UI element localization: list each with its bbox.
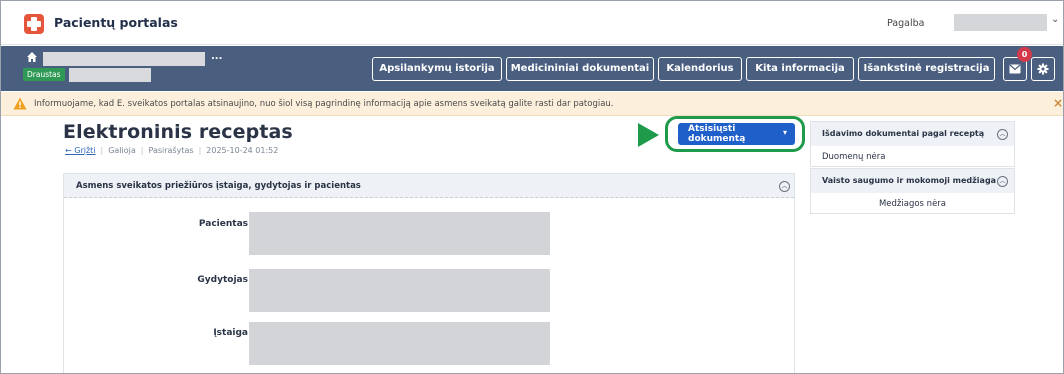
- chevron-down-icon[interactable]: ⌄: [1051, 14, 1059, 25]
- divider: |: [140, 146, 144, 155]
- nav-visit-history[interactable]: Apsilankymų istorija: [372, 57, 502, 81]
- nav-calendar[interactable]: Kalendorius: [658, 57, 742, 81]
- patient-value-redacted: [249, 212, 550, 255]
- nav-pre-registration[interactable]: Išankstinė registracija: [858, 57, 995, 81]
- close-icon[interactable]: ×: [1053, 96, 1063, 110]
- user-menu-redacted[interactable]: [954, 14, 1047, 31]
- divider: |: [100, 146, 104, 155]
- doctor-value-redacted: [249, 269, 550, 312]
- notification-count-badge: 0: [1017, 47, 1032, 62]
- section-title: Asmens sveikatos priežiūros įstaiga, gyd…: [76, 181, 361, 191]
- collapse-chevron-icon[interactable]: ︿: [997, 129, 1008, 140]
- envelope-icon: [1009, 64, 1021, 74]
- document-meta: ← Grįžti | Galioja | Pasirašytas | 2025-10-24 …: [65, 146, 278, 155]
- portal-logo-icon[interactable]: [24, 14, 44, 34]
- collapse-chevron-icon[interactable]: ︿: [997, 176, 1008, 187]
- institution-doctor-patient-section: Asmens sveikatos priežiūros įstaiga, gyd…: [63, 173, 795, 373]
- info-banner-text: Informuojame, kad E. sveikatos portalas …: [34, 99, 614, 109]
- pointer-arrow-icon: [638, 123, 659, 147]
- home-icon[interactable]: [26, 51, 38, 63]
- patient-name-redacted: [43, 52, 205, 66]
- drug-safety-materials-card: Vaisto saugumo ir mokomoji medžiaga ︿ Me…: [810, 168, 1015, 214]
- warning-icon: [13, 97, 27, 110]
- gear-icon: [1037, 63, 1049, 75]
- document-datetime: 2025-10-24 01:52: [206, 146, 279, 155]
- nav-other-information[interactable]: Kita informacija: [746, 57, 854, 81]
- app-title[interactable]: Pacientų portalas: [54, 15, 178, 30]
- divider: |: [198, 146, 202, 155]
- issued-documents-card: Išdavimo dokumentai pagal receptą ︿ Duom…: [810, 121, 1015, 167]
- drug-safety-materials-header[interactable]: Vaisto saugumo ir mokomoji medžiaga ︿: [811, 169, 1014, 193]
- patient-label: Pacientas: [198, 219, 248, 229]
- validity-status: Galioja: [108, 146, 136, 155]
- issued-documents-empty-text: Duomenų nėra: [822, 152, 886, 162]
- page-title: Elektroninis receptas: [63, 121, 293, 143]
- settings-button[interactable]: [1031, 57, 1055, 81]
- help-link[interactable]: Pagalba: [887, 18, 924, 29]
- institution-value-redacted: [249, 322, 550, 365]
- drug-safety-materials-empty-text: Medžiagos nėra: [878, 199, 947, 209]
- back-link[interactable]: ← Grįžti: [65, 146, 96, 155]
- section-header[interactable]: Asmens sveikatos priežiūros įstaiga, gyd…: [64, 174, 794, 198]
- nav-medical-documents[interactable]: Medicininiai dokumentai: [506, 57, 654, 81]
- chevron-down-icon: ▾: [782, 128, 787, 137]
- insured-badge: Draustas: [23, 68, 65, 81]
- portal-window: Pacientų portalas Pagalba ⌄ ... Draustas…: [0, 0, 1064, 374]
- issued-documents-title: Išdavimo dokumentai pagal receptą: [822, 129, 985, 138]
- institution-label: Įstaiga: [213, 328, 248, 338]
- download-document-button[interactable]: Atsisiųsti dokumentą ▾: [678, 123, 795, 145]
- download-button-label: Atsisiųsti dokumentą: [688, 124, 746, 144]
- patient-id-redacted: [69, 68, 151, 82]
- issued-documents-header[interactable]: Išdavimo dokumentai pagal receptą ︿: [811, 122, 1014, 146]
- doctor-label: Gydytojas: [197, 275, 248, 285]
- collapse-chevron-icon[interactable]: ︿: [779, 181, 790, 192]
- signature-status: Pasirašytas: [148, 146, 194, 155]
- patient-more-indicator[interactable]: ...: [211, 51, 222, 62]
- drug-safety-materials-title: Vaisto saugumo ir mokomoji medžiaga: [822, 176, 997, 185]
